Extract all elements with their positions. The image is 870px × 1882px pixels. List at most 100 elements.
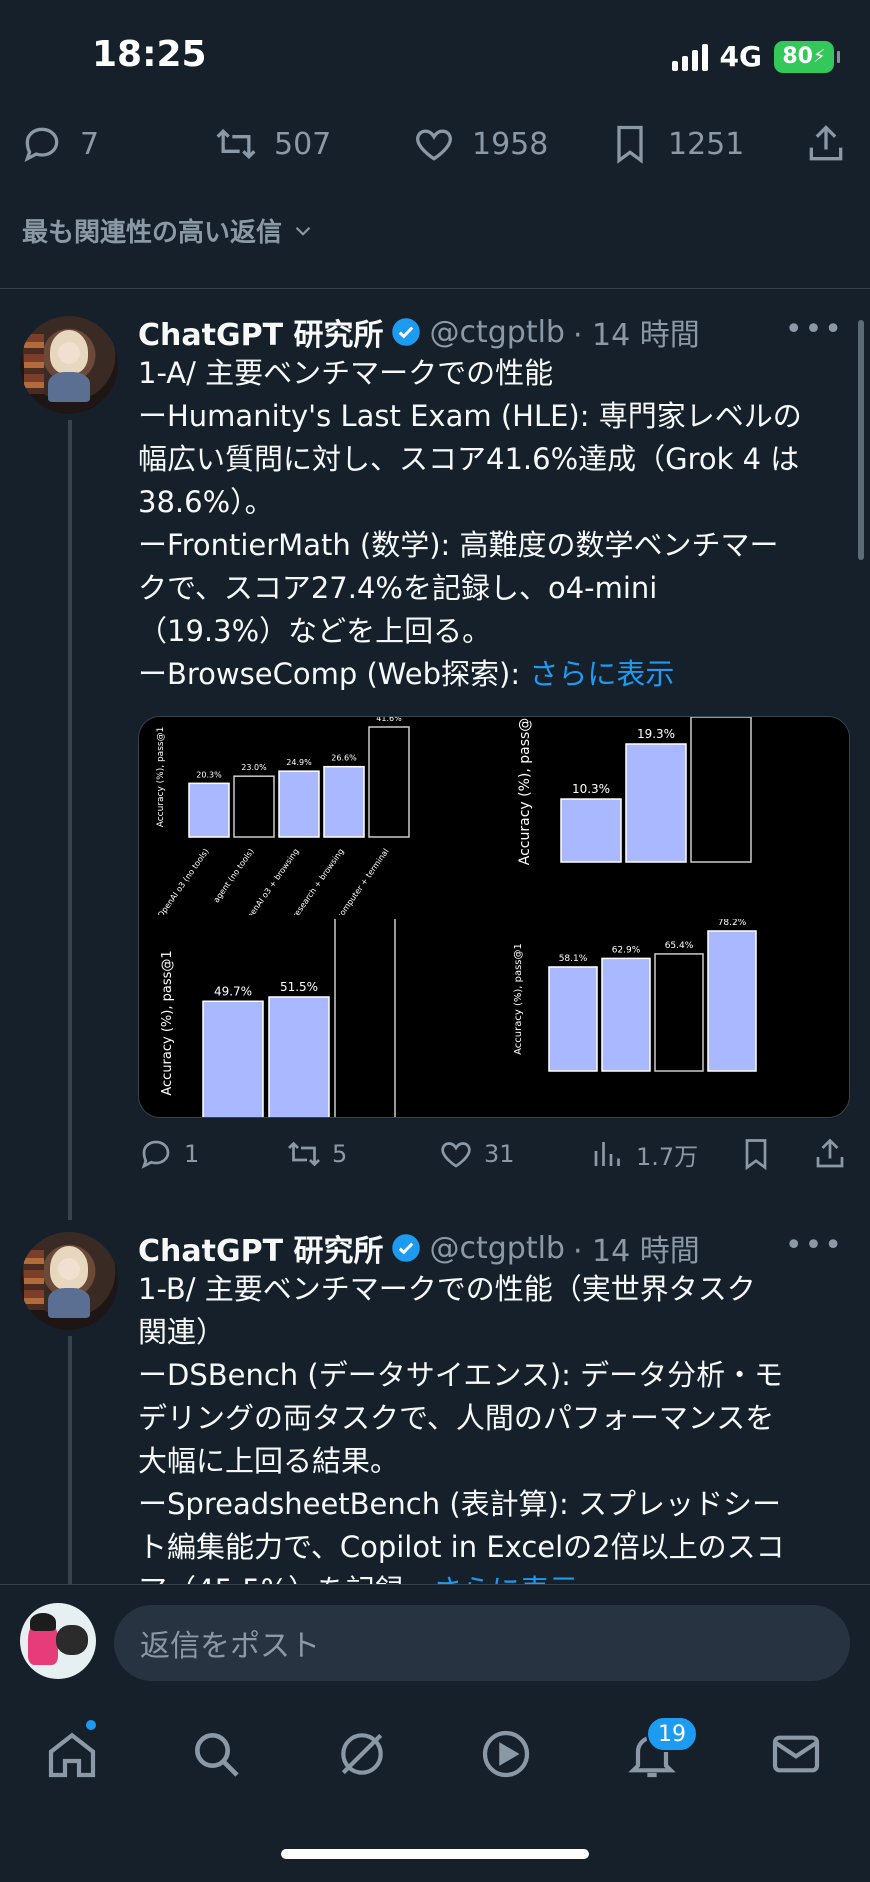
tweet-line: クで、スコア27.4%を記録し、o4-mini [138, 571, 658, 605]
reply-placeholder: 返信をポスト [140, 1629, 320, 1664]
tweet-text: 1-A/ 主要ベンチマークでの性能 ーHumanity's Last Exam … [138, 352, 850, 696]
reply-icon [24, 127, 59, 162]
chart-3: Accuracy (%), pass@1 49.7% 51.5% [160, 916, 396, 1117]
avatar[interactable] [20, 316, 118, 414]
chart-2: Accuracy (%), pass@1 10.3% 19.3% [517, 717, 752, 865]
like-count: 1958 [472, 126, 549, 162]
show-more-link[interactable]: さらに表示 [529, 657, 674, 691]
bookmark-count: 1251 [668, 126, 745, 162]
tweet-line: デリングの両タスクで、人間のパフォーマンスを [138, 1401, 775, 1435]
tweet-line-text: ア（45.5%）を記録。 [138, 1573, 433, 1584]
more-options-icon[interactable]: ••• [785, 1228, 844, 1263]
chart-panel-4[interactable]: Accuracy (%), pass@1 58.1% 62.9% 65.4% 78.2% [495, 918, 849, 1117]
data-label: 10.3% [572, 782, 610, 796]
data-label: 62.9% [612, 945, 641, 955]
data-label: 26.6% [331, 754, 357, 763]
repost-action[interactable]: 507 [214, 122, 331, 166]
chart-panel-3[interactable]: Accuracy (%), pass@1 49.7% 51.5% [139, 916, 491, 1117]
thread-line [68, 1336, 72, 1586]
author-name[interactable]: ChatGPT 研究所 [138, 310, 383, 354]
tweet-line: 1-B/ 主要ベンチマークでの性能（実世界タスク [138, 1272, 756, 1306]
repost-icon [288, 1141, 320, 1167]
nav-home[interactable] [44, 1726, 100, 1782]
home-indicator [281, 1849, 589, 1859]
home-icon [48, 1732, 96, 1778]
my-avatar[interactable] [20, 1603, 96, 1679]
chart-bar [560, 798, 622, 863]
reply-input[interactable]: 返信をポスト [114, 1605, 850, 1681]
reply-sort-dropdown[interactable]: 最も関連性の高い返信 [22, 212, 316, 249]
signal-icon [671, 43, 708, 71]
reply-count: 1 [184, 1140, 200, 1168]
author-handle[interactable]: @ctgptlb [429, 1231, 564, 1266]
data-label: 41.6% [376, 717, 402, 723]
tick-label: ChatGPT agent computer + terminal [299, 847, 390, 915]
main-tweet-actions: 7 507 1958 1251 [0, 112, 870, 176]
chart-bar-partial [690, 717, 752, 863]
analytics-icon [594, 1142, 620, 1166]
chevron-down-icon [295, 226, 311, 236]
share-icon [816, 1138, 844, 1168]
status-indicators: 4G 80 ⚡ [671, 40, 840, 73]
data-label: 49.7% [214, 984, 252, 998]
tweet-line: （19.3%）などを上回る。 [138, 614, 492, 648]
chart-bar [601, 957, 651, 1072]
tweet-line: ーSpreadsheetBench (表計算): スプレッドシー [138, 1487, 781, 1521]
share-action[interactable] [804, 122, 848, 166]
nav-messages[interactable] [768, 1726, 824, 1782]
nav-search[interactable] [188, 1726, 244, 1782]
nav-video[interactable] [478, 1726, 534, 1782]
bookmark-action[interactable]: 1251 [608, 122, 744, 166]
share-action[interactable] [812, 1136, 848, 1172]
reply-action[interactable]: 7 [20, 122, 99, 166]
nav-grok[interactable] [334, 1726, 390, 1782]
like-action[interactable]: 31 [438, 1136, 515, 1172]
heart-icon [416, 129, 452, 161]
tweet-text: 1-B/ 主要ベンチマークでの性能（実世界タスク 関連） ーDSBench (デ… [138, 1268, 850, 1584]
data-label: 24.9% [286, 758, 312, 767]
tweet-line: 38.6%）。 [138, 485, 274, 519]
tweet-line: 1-A/ 主要ベンチマークでの性能 [138, 356, 554, 390]
tweet-line: ア（45.5%）を記録。さらに表示 [138, 1569, 850, 1584]
more-options-icon[interactable]: ••• [785, 312, 844, 347]
tick-label: OpenAI o3 (no tools) [156, 847, 211, 915]
show-more-link[interactable]: さらに表示 [433, 1573, 578, 1584]
play-icon [482, 1730, 530, 1778]
tweet-line: ーDSBench (データサイエンス): データ分析・モ [138, 1358, 784, 1392]
bookmark-action[interactable] [738, 1136, 774, 1172]
thread-line [68, 420, 72, 1220]
scrollbar[interactable] [858, 320, 864, 560]
tweet-media[interactable]: Accuracy (%), pass@1 20.3% OpenAI o3 (no t… [138, 716, 850, 1118]
tweet-line: 大幅に上回る結果。 [138, 1444, 400, 1478]
tweet-line-text: ーBrowseComp (Web探索): [138, 657, 530, 691]
author-handle[interactable]: @ctgptlb [429, 315, 564, 350]
status-time: 18:25 [92, 34, 207, 75]
tweet-actions: 1 5 31 1.7万 [138, 1132, 850, 1180]
chart-bar [278, 770, 320, 838]
reply-action[interactable]: 1 [138, 1136, 199, 1172]
data-label: 58.1% [559, 954, 588, 964]
chart-bar [368, 726, 410, 838]
chart-bar [188, 782, 230, 838]
chart-bar [707, 930, 757, 1072]
bookmark-icon [745, 1139, 767, 1171]
tweet-line: ト編集能力で、Copilot in Excelの2倍以上のスコ [138, 1530, 785, 1564]
views-action[interactable]: 1.7万 [590, 1136, 698, 1172]
chart-bar [625, 743, 687, 863]
share-icon [809, 125, 843, 161]
chart-bar [323, 765, 365, 838]
author-name[interactable]: ChatGPT 研究所 [138, 1226, 383, 1270]
chart-panel-2[interactable]: Accuracy (%), pass@1 10.3% 19.3% [495, 717, 849, 915]
tweet-header: ChatGPT 研究所 @ctgptlb · 14 時間 [138, 1226, 700, 1270]
data-label: 51.5% [280, 980, 318, 994]
divider [0, 288, 870, 289]
repost-action[interactable]: 5 [286, 1136, 347, 1172]
data-label: 20.3% [196, 770, 222, 779]
reply-count: 7 [80, 126, 100, 162]
avatar[interactable] [20, 1232, 118, 1330]
chart-panel-1[interactable]: Accuracy (%), pass@1 20.3% OpenAI o3 (no t… [139, 717, 491, 972]
like-action[interactable]: 1958 [412, 122, 548, 166]
view-count: 1.7万 [636, 1142, 699, 1171]
reply-icon [141, 1140, 170, 1169]
grok-icon [341, 1733, 383, 1775]
